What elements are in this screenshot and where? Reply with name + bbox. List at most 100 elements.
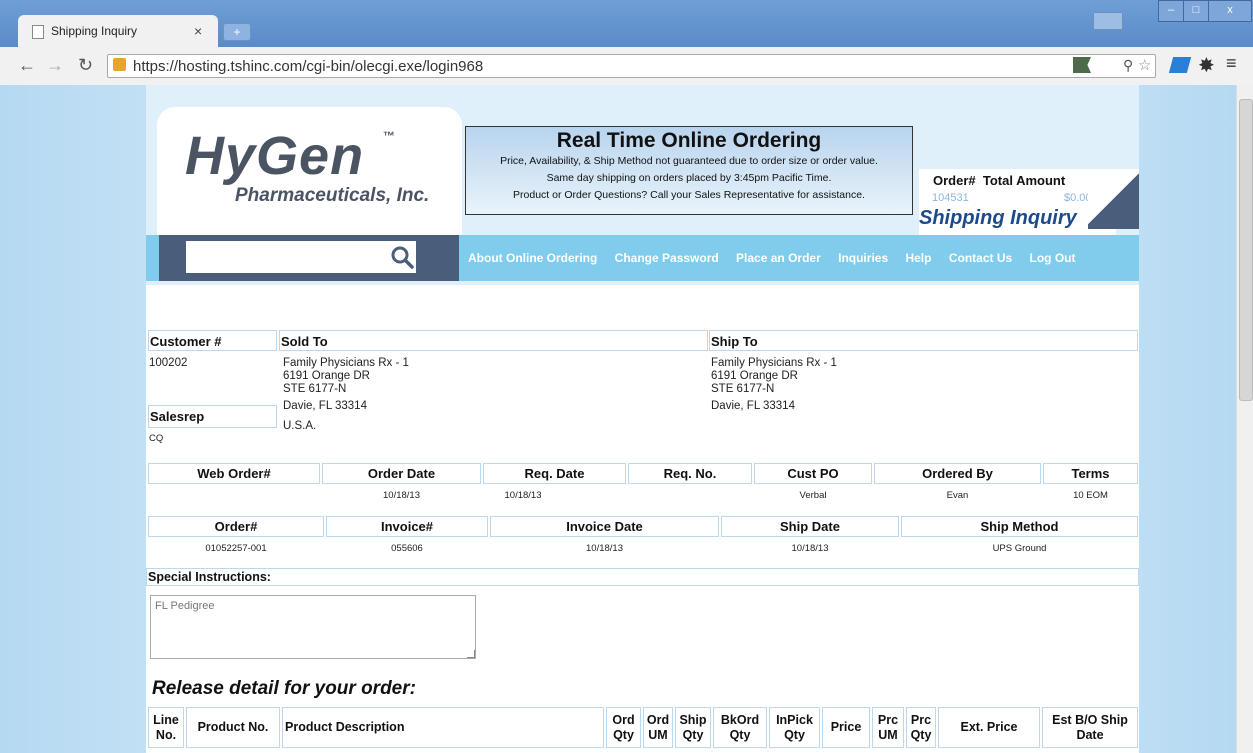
zoom-icon[interactable]: ⚲ [1123,57,1133,74]
address-line: Family Physicians Rx - 1 [711,357,837,369]
order-number-header: Order# [148,516,324,537]
new-tab-button[interactable]: + [223,23,251,41]
banner-title: Real Time Online Ordering [556,129,822,152]
order-number-value: 01052257-001 [205,543,267,554]
star-icon[interactable]: ☆ [1138,56,1151,74]
total-amount-label: Total Amount [982,173,1066,188]
ship-method-header: Ship Method [901,516,1138,537]
ordered-by-header: Ordered By [874,463,1041,484]
nav-contact-link[interactable]: Contact Us [949,251,1012,265]
nav-about-link[interactable]: About Online Ordering [468,251,597,265]
special-instructions-label: Special Instructions: [146,568,1139,586]
scrollbar-thumb[interactable] [1239,99,1253,401]
browser-titlebar: Shipping Inquiry × + – □ x [0,0,1253,47]
col-ord-um: Ord UM [643,707,673,748]
url-host: https://hosting.tshinc.com [133,58,303,75]
address-line: Davie, FL 33314 [283,400,367,412]
invoice-header: Invoice# [326,516,488,537]
nav-place-order-link[interactable]: Place an Order [736,251,821,265]
col-product-no: Product No. [186,707,280,748]
ordered-by-value: Evan [946,490,969,501]
close-window-button[interactable]: x [1208,0,1252,22]
address-line: STE 6177-N [283,383,347,395]
salesrep-label: Salesrep [148,405,277,428]
close-tab-icon[interactable]: × [194,23,202,39]
textarea-resize-handle[interactable] [467,650,475,658]
browser-toolbar: ← → ↻ https://hosting.tshinc.com/cgi-bin… [0,47,1253,86]
back-icon[interactable]: ← [18,55,36,76]
address-line: STE 6177-N [711,383,775,395]
banner-line: Same day shipping on orders placed by 3:… [546,172,832,184]
cust-po-header: Cust PO [754,463,872,484]
ship-to-label: Ship To [709,330,1138,351]
terms-header: Terms [1043,463,1138,484]
banner-line: Product or Order Questions? Call your Sa… [513,189,865,201]
maximize-button[interactable]: □ [1183,0,1209,22]
menu-icon[interactable]: ≡ [1226,53,1237,74]
col-inpick-qty: InPick Qty [769,707,820,748]
req-no-header: Req. No. [628,463,752,484]
cust-po-value: Verbal [799,490,827,501]
forward-icon[interactable]: → [46,55,64,76]
address-line: Family Physicians Rx - 1 [283,357,409,369]
customer-number-value: 100202 [149,357,188,369]
banner-line: Price, Availability, & Ship Method not g… [500,155,878,167]
ordering-banner: Real Time Online Ordering Price, Availab… [465,126,913,215]
logo-main-text: HyGen [185,126,365,186]
col-est-bo-ship-date: Est B/O Ship Date [1042,707,1138,748]
order-number-label: Order# [933,173,976,188]
invoice-value: 055606 [391,543,423,554]
order-date-header: Order Date [322,463,481,484]
col-prc-qty: Prc Qty [906,707,936,748]
terms-value: 10 EOM [1073,490,1108,501]
logo: HyGen ™ Pharmaceuticals, Inc. [157,107,462,241]
page-icon [32,25,44,39]
tab-title: Shipping Inquiry [51,24,138,38]
ship-method-value: UPS Ground [992,543,1047,554]
page-viewport: HyGen ™ Pharmaceuticals, Inc. Real Time … [0,85,1236,753]
minimize-button[interactable]: – [1158,0,1184,22]
header-area: HyGen ™ Pharmaceuticals, Inc. Real Time … [146,85,1139,285]
invoice-date-value: 10/18/13 [586,543,623,554]
address-line: 6191 Orange DR [283,370,370,382]
col-ext-price: Ext. Price [938,707,1040,748]
nav-logout-link[interactable]: Log Out [1030,251,1076,265]
customer-number-label: Customer # [148,330,277,351]
col-ord-qty: Ord Qty [606,707,641,748]
address-line: U.S.A. [283,420,317,432]
warning-lock-icon [113,58,126,71]
search-input[interactable] [186,241,416,273]
browser-tab[interactable]: Shipping Inquiry × [18,15,218,47]
address-line: Davie, FL 33314 [711,400,795,412]
vertical-scrollbar[interactable] [1236,85,1253,753]
col-product-description: Product Description [282,707,604,748]
reload-icon[interactable]: ↻ [78,55,93,76]
order-summary: Order# Total Amount 104531 $0.00 Shippin… [919,169,1116,241]
order-date-value: 10/18/13 [383,490,420,501]
settings-gear-icon[interactable]: ✸ [1198,53,1215,78]
col-prc-um: Prc UM [872,707,904,748]
order-number-value: 104531 [932,192,969,204]
extension-icon[interactable] [1168,57,1192,73]
logo-tm: ™ [383,129,395,143]
ship-to-address: Family Physicians Rx - 1 6191 Orange DR … [711,357,837,413]
address-bar[interactable]: https://hosting.tshinc.com/cgi-bin/olecg… [107,54,1156,78]
ship-date-header: Ship Date [721,516,899,537]
release-detail-title: Release detail for your order: [152,678,416,699]
cast-icon[interactable] [1093,12,1123,30]
col-bkord-qty: BkOrd Qty [713,707,767,748]
logo-subtitle: Pharmaceuticals, Inc. [235,185,430,206]
page-fold-decoration [1088,169,1139,229]
url-path: /cgi-bin/olecgi.exe/login968 [302,58,484,75]
req-date-value: 10/18/13 [504,490,542,501]
salesrep-value: CQ [149,433,164,444]
address-line: 6191 Orange DR [711,370,798,382]
special-instructions-textarea[interactable]: FL Pedigree [150,595,476,659]
search-icon[interactable] [389,244,415,270]
col-ship-qty: Ship Qty [675,707,711,748]
nav-inquiries-link[interactable]: Inquiries [838,251,888,265]
page-content: HyGen ™ Pharmaceuticals, Inc. Real Time … [146,85,1139,753]
nav-change-password-link[interactable]: Change Password [615,251,719,265]
nav-help-link[interactable]: Help [905,251,931,265]
web-order-header: Web Order# [148,463,320,484]
